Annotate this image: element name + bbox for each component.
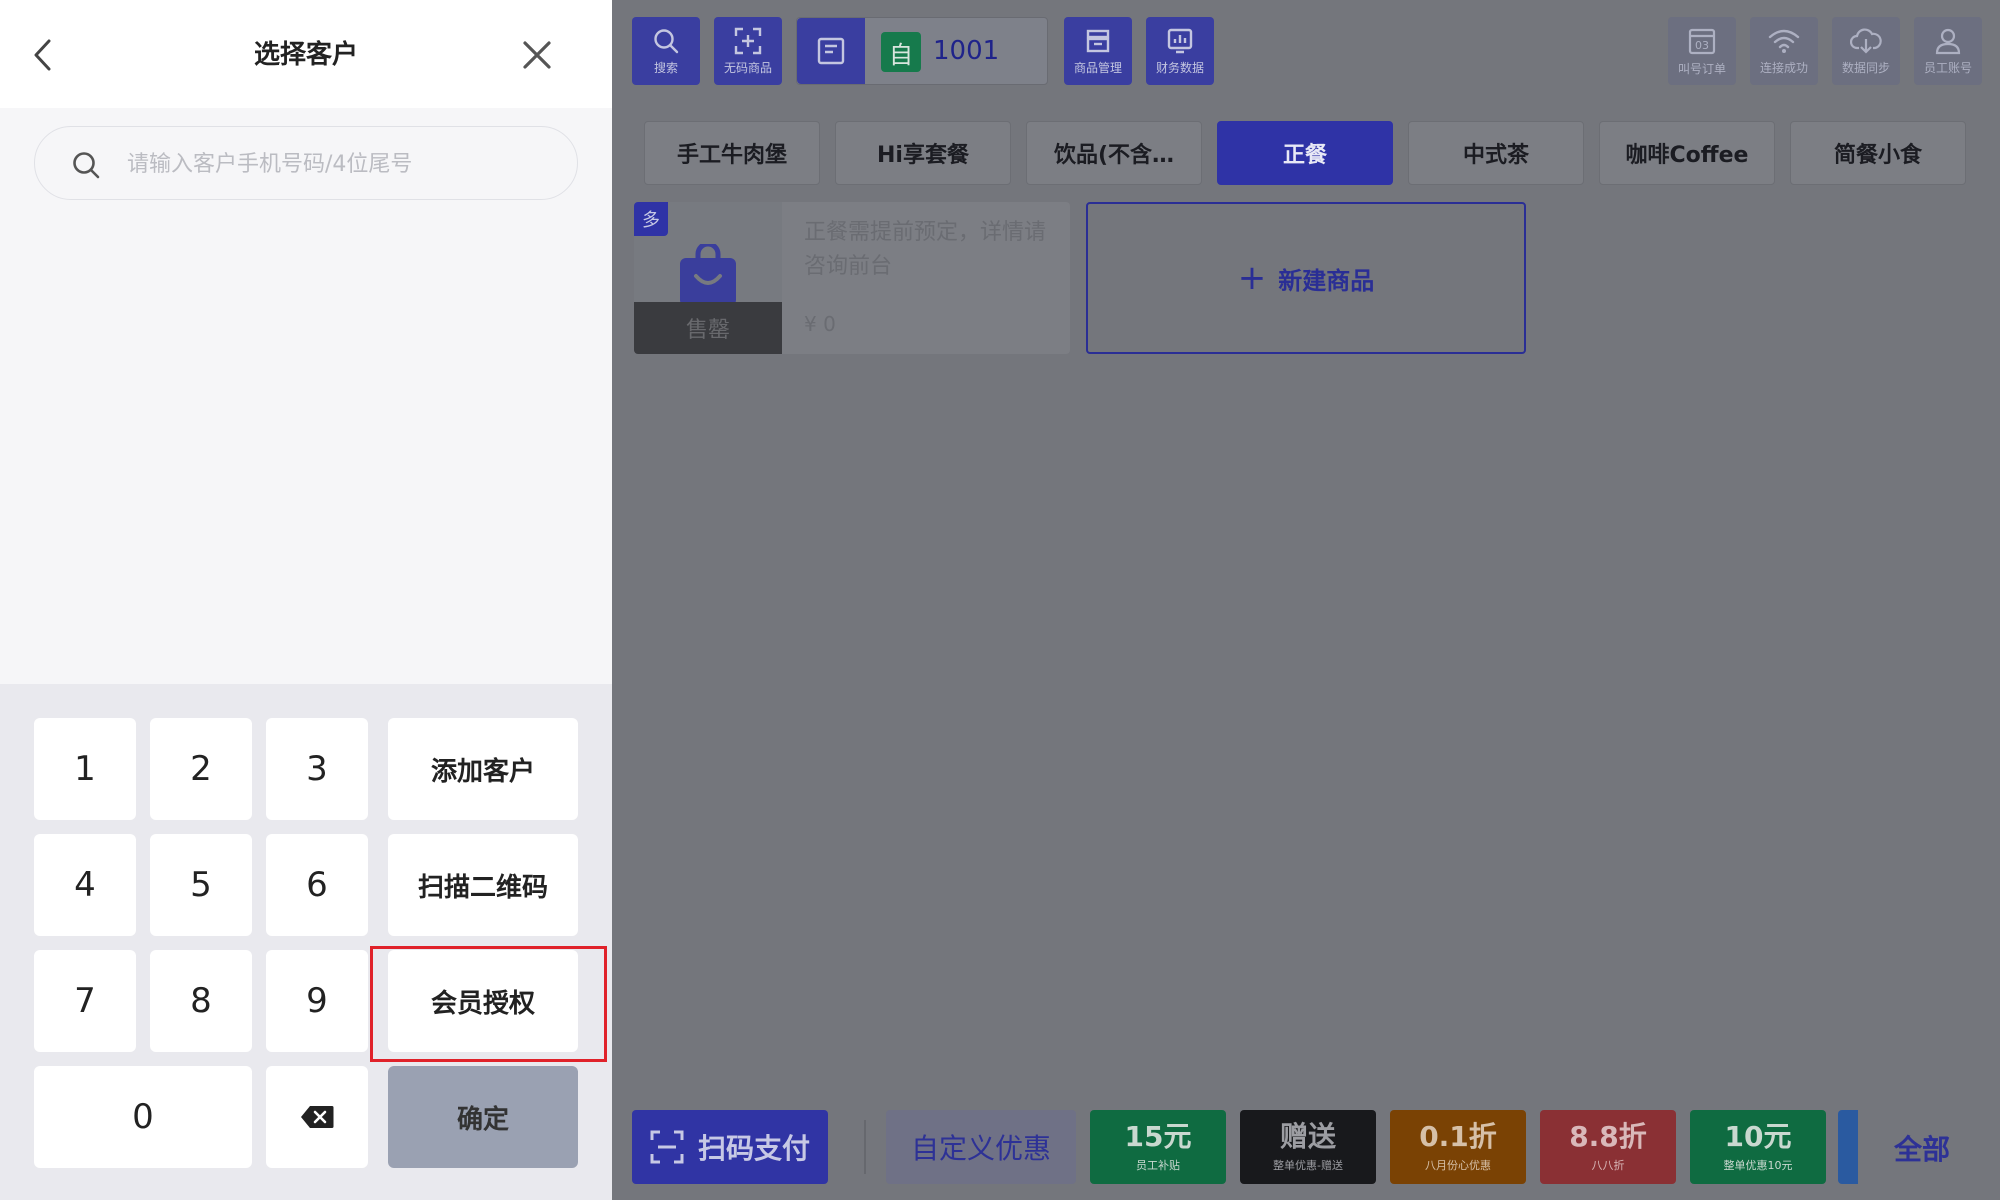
toolbar-staff-account-button[interactable]: 员工账号 — [1914, 17, 1982, 85]
toolbar-no-code-item-button[interactable]: 无码商品 — [714, 17, 782, 85]
close-icon — [523, 41, 551, 69]
scan-pay-label: 扫码支付 — [697, 1132, 810, 1165]
customer-search-box[interactable] — [34, 126, 578, 200]
bar-divider — [864, 1120, 866, 1174]
scan-icon — [650, 1130, 684, 1164]
order-type-badge: 自 — [881, 32, 921, 72]
toolbar-data-sync-button[interactable]: 数据同步 — [1832, 17, 1900, 85]
discount-amount: 15元 — [1124, 1120, 1192, 1153]
discount-01[interactable]: 0.1折 八月份心优惠 — [1390, 1110, 1526, 1184]
category-tab-hi-combo[interactable]: Hi享套餐 — [835, 121, 1011, 185]
toolbar-search-button[interactable]: 搜索 — [632, 17, 700, 85]
backspace-icon — [301, 1106, 334, 1128]
toolbar-no-code-item-label: 无码商品 — [723, 60, 772, 75]
toolbar-call-order-button[interactable]: 03 叫号订单 — [1668, 17, 1736, 85]
discount-overflow-chip[interactable] — [1838, 1110, 1858, 1184]
wifi-icon — [1768, 29, 1800, 53]
toolbar-search-label: 搜索 — [653, 60, 678, 75]
sold-out-label: 售罄 — [634, 302, 782, 354]
multi-spec-badge: 多 — [634, 202, 668, 236]
bar-chart-icon — [1167, 28, 1193, 53]
discount-amount: 8.8折 — [1569, 1120, 1647, 1153]
discount-staff-subsidy[interactable]: 15元 员工补贴 — [1090, 1110, 1226, 1184]
toolbar-call-order-label: 叫号订单 — [1677, 61, 1726, 76]
panel-header: 选择客户 — [0, 0, 612, 108]
product-name: 正餐需提前预定，详情请咨询前台 — [804, 220, 1047, 279]
key-7[interactable]: 7 — [34, 950, 136, 1052]
key-6[interactable]: 6 — [266, 834, 368, 936]
toolbar-finance-label: 财务数据 — [1155, 60, 1204, 75]
user-icon — [1935, 28, 1961, 54]
cloud-download-icon — [1850, 27, 1882, 54]
key-8[interactable]: 8 — [150, 950, 252, 1052]
toolbar-connection-label: 连接成功 — [1759, 60, 1808, 75]
key-5[interactable]: 5 — [150, 834, 252, 936]
toolbar-finance-button[interactable]: 财务数据 — [1146, 17, 1214, 85]
scan-add-icon — [734, 27, 762, 54]
category-tab-coffee[interactable]: 咖啡Coffee — [1599, 121, 1775, 185]
key-3[interactable]: 3 — [266, 718, 368, 820]
toolbar-staff-account-label: 员工账号 — [1923, 60, 1972, 75]
document-icon — [817, 37, 845, 65]
new-product-button[interactable]: + 新建商品 — [1086, 202, 1526, 354]
select-customer-panel: 选择客户 1 2 3 添加客户 4 5 6 扫描二维码 7 8 9 会员授权 0… — [0, 0, 612, 1200]
category-tab-snacks[interactable]: 简餐小食 — [1790, 121, 1966, 185]
order-doc-button[interactable] — [797, 18, 865, 84]
pos-main-overlay: 搜索 无码商品 自 1001 商品管理 财务数据 03 叫号订单 连接成功 数据… — [612, 0, 2000, 1200]
plus-icon: + — [1237, 258, 1267, 298]
key-1[interactable]: 1 — [34, 718, 136, 820]
discount-amount: 赠送 — [1279, 1120, 1336, 1153]
toolbar-connection-status[interactable]: 连接成功 — [1750, 17, 1818, 85]
discount-amount: 0.1折 — [1419, 1120, 1497, 1153]
member-auth-button[interactable]: 会员授权 — [388, 950, 578, 1052]
discount-amount: 10元 — [1724, 1120, 1792, 1153]
discount-desc: 员工补贴 — [1136, 1159, 1180, 1172]
key-4[interactable]: 4 — [34, 834, 136, 936]
call-order-badge: 03 — [1695, 39, 1709, 52]
calendar-number-icon: 03 — [1688, 28, 1716, 54]
key-9[interactable]: 9 — [266, 950, 368, 1052]
product-price: ¥ 0 — [804, 312, 836, 336]
search-icon — [654, 28, 679, 53]
add-customer-button[interactable]: 添加客户 — [388, 718, 578, 820]
toolbar-goods-mgmt-label: 商品管理 — [1073, 60, 1122, 75]
store-icon — [1086, 29, 1110, 52]
discount-88[interactable]: 8.8折 八八折 — [1540, 1110, 1676, 1184]
close-button[interactable] — [512, 30, 562, 80]
current-order-box[interactable]: 自 1001 — [796, 17, 1048, 85]
confirm-button[interactable]: 确定 — [388, 1066, 578, 1168]
discount-desc: 八月份心优惠 — [1425, 1159, 1491, 1172]
discount-desc: 整单优惠-赠送 — [1273, 1159, 1343, 1172]
custom-discount-button[interactable]: 自定义优惠 — [886, 1110, 1076, 1184]
key-2[interactable]: 2 — [150, 718, 252, 820]
shopping-bag-icon — [680, 244, 736, 306]
category-tab-burger[interactable]: 手工牛肉堡 — [644, 121, 820, 185]
order-number: 1001 — [933, 36, 1000, 66]
category-tab-chinese-tea[interactable]: 中式茶 — [1408, 121, 1584, 185]
category-tab-drinks[interactable]: 饮品(不含… — [1026, 121, 1202, 185]
discount-gift[interactable]: 赠送 整单优惠-赠送 — [1240, 1110, 1376, 1184]
scan-pay-button[interactable]: 扫码支付 — [632, 1110, 828, 1184]
search-icon — [73, 152, 100, 179]
new-product-label: 新建商品 — [1278, 266, 1375, 295]
discount-desc: 八八折 — [1591, 1159, 1625, 1172]
bottom-action-bar: 扫码支付 自定义优惠 15元 员工补贴 赠送 整单优惠-赠送 0.1折 八月份心… — [612, 1090, 2000, 1200]
discount-10-yuan[interactable]: 10元 整单优惠10元 — [1690, 1110, 1826, 1184]
scan-qr-button[interactable]: 扫描二维码 — [388, 834, 578, 936]
discount-desc: 整单优惠10元 — [1723, 1159, 1793, 1172]
customer-search-input[interactable] — [127, 141, 557, 187]
key-0[interactable]: 0 — [34, 1066, 252, 1168]
backspace-button[interactable] — [266, 1066, 368, 1168]
toolbar-goods-mgmt-button[interactable]: 商品管理 — [1064, 17, 1132, 85]
all-discounts-button[interactable]: 全部 — [1894, 1128, 1950, 1168]
toolbar-data-sync-label: 数据同步 — [1841, 60, 1890, 75]
category-tab-main-meal[interactable]: 正餐 — [1217, 121, 1393, 185]
product-card[interactable]: 售罄 正餐需提前预定，详情请咨询前台 ¥ 0 — [634, 202, 1070, 354]
